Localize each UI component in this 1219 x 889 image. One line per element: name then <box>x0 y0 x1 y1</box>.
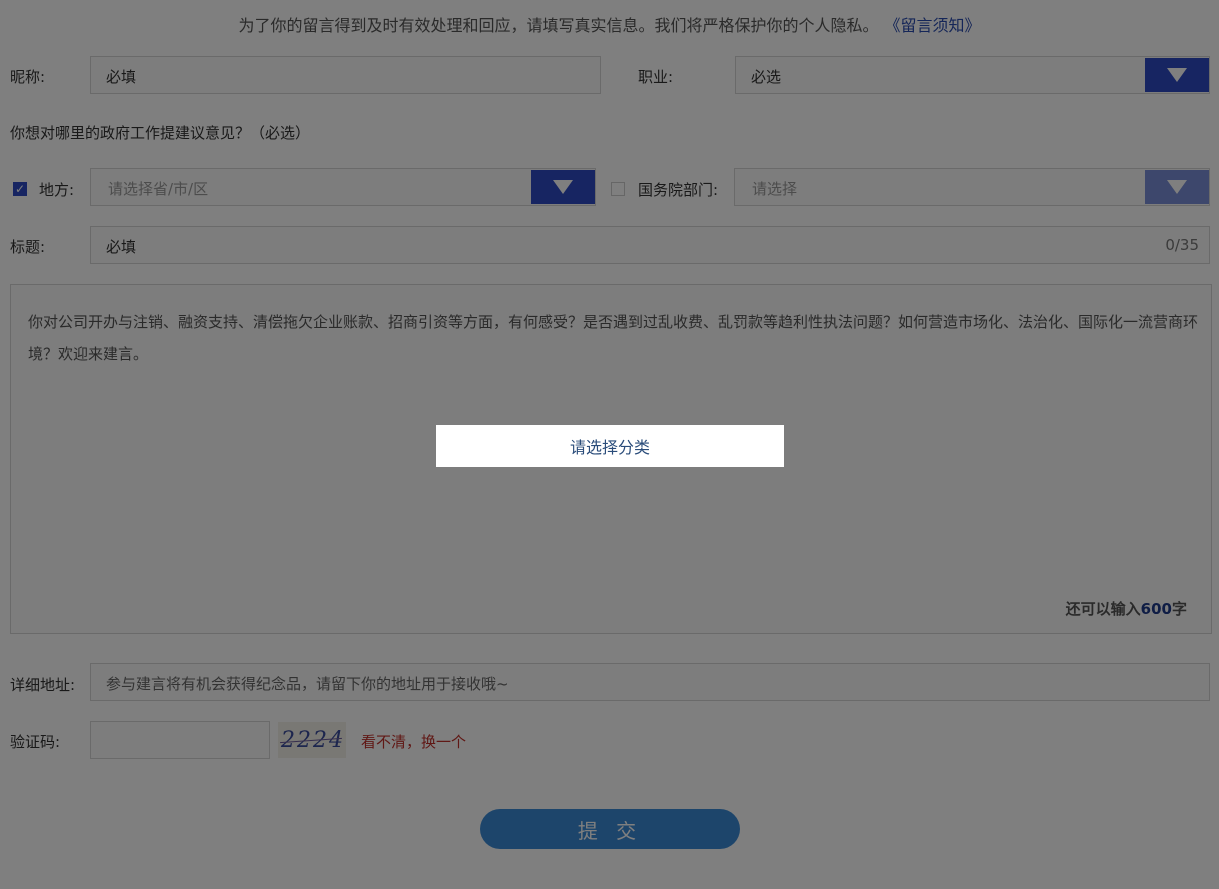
category-modal[interactable]: 请选择分类 <box>436 425 784 467</box>
modal-message: 请选择分类 <box>569 438 650 457</box>
